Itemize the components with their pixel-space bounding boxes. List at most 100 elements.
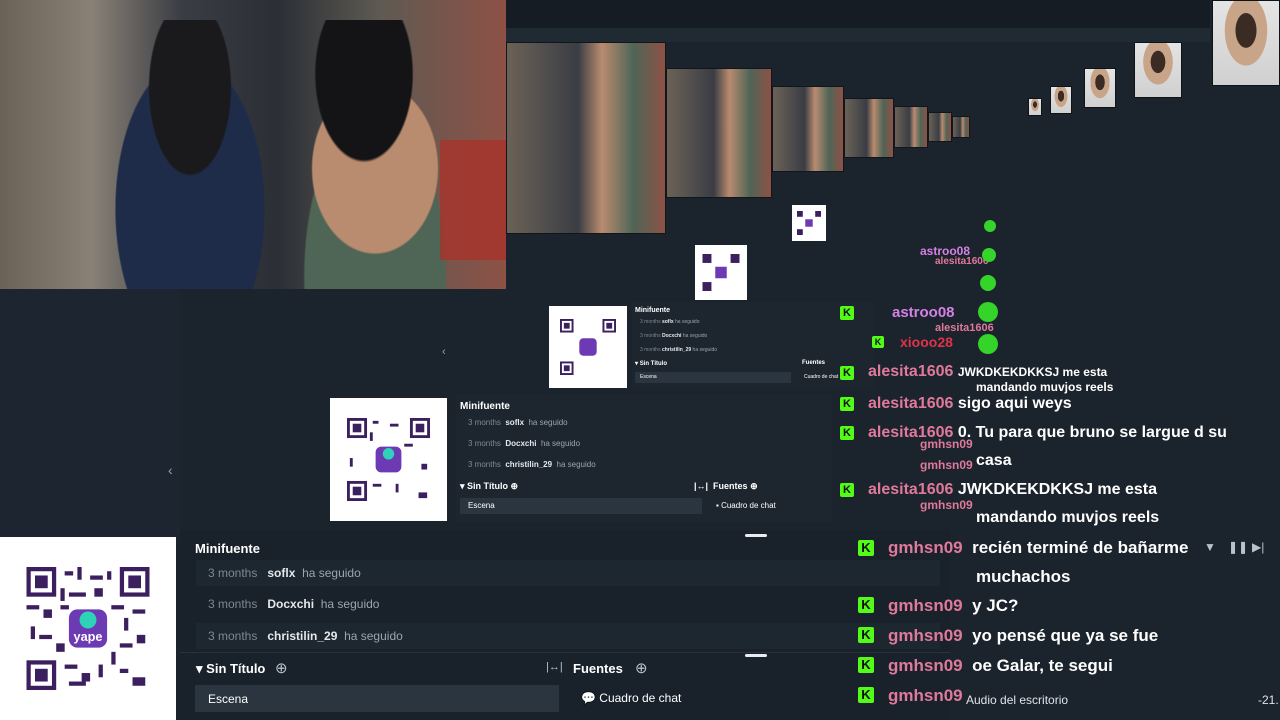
scenes-header[interactable]: ▾ Sin Título <box>196 661 265 677</box>
chat-message-continued: muchachos <box>976 567 1071 586</box>
source-item[interactable]: ▪ Cuadro de chat <box>716 501 776 510</box>
kick-badge-icon: K <box>858 597 874 613</box>
chat-username: xiooo28 <box>900 334 953 350</box>
top-bar <box>506 0 1210 28</box>
kick-badge-icon: K <box>840 366 854 380</box>
chat-message-continued: mandando muvjos reels <box>976 380 1114 394</box>
scenes-title: ▾ Sin Título ⊕ <box>460 481 519 491</box>
chat-message: gmhsn09 yo pensé que ya se fue <box>888 626 1159 645</box>
audio-level-value: -21. <box>1258 693 1279 707</box>
chat-username: gmhsn09 <box>920 458 973 472</box>
gaming-chair <box>440 140 506 260</box>
chat-message: gmhsn09 recién terminé de bañarme <box>888 538 1189 557</box>
nested-panel-medium: Minifuente 3 months soflx ha seguido 3 m… <box>456 394 832 522</box>
avatar-tiny <box>1028 98 1042 116</box>
chat-username: alesita1606 <box>935 322 994 334</box>
source-item[interactable]: 💬 Cuadro de chat <box>581 691 681 705</box>
top-bar-secondary <box>506 28 1210 42</box>
kick-badge-icon: K <box>840 306 854 320</box>
nested-panel-small: Minifuente 3 months soflx ha seguido 3 m… <box>632 302 874 388</box>
chat-message-continued: mandando muvjos reels <box>976 509 1160 526</box>
panel-title: Minifuente <box>635 307 670 314</box>
panel-title: Minifuente <box>195 541 260 556</box>
list-item: 3 months soflx ha seguido <box>468 418 568 427</box>
sources-title: Fuentes <box>802 360 826 366</box>
yape-qr-code-small <box>549 306 627 388</box>
feedback-frame-3 <box>772 86 844 172</box>
chat-message: alesita1606 sigo aqui weys <box>868 395 1072 412</box>
chat-bubble-icon: 💬 <box>581 691 596 705</box>
chat-username: gmhsn09 <box>920 437 973 451</box>
left-column <box>0 289 180 537</box>
chat-message: gmhsn09 y JC? <box>888 596 1019 615</box>
scenes-title: ▾ Sin Título <box>635 361 668 367</box>
chat-username: astroo08 <box>892 304 955 321</box>
feedback-frame-7 <box>952 116 970 138</box>
avatar-medium <box>1134 42 1182 98</box>
scene-item[interactable]: Escena <box>635 372 791 383</box>
webcam-feed <box>0 0 506 289</box>
kick-badge-icon: K <box>858 627 874 643</box>
kick-badge-icon: K <box>840 483 854 497</box>
green-emote-icon <box>978 302 998 322</box>
list-item: 3 months christilin_29 ha seguido <box>640 347 718 353</box>
scene-item[interactable]: Escena <box>460 498 702 514</box>
filter-icon[interactable]: ▼ <box>1204 540 1216 554</box>
chat-username: gmhsn09 <box>920 498 973 512</box>
chevron-left-icon-nested[interactable]: ‹ <box>442 346 446 358</box>
avatar-small <box>1084 68 1116 108</box>
kick-badge-icon: K <box>840 426 854 440</box>
chat-message: alesita1606 JWKDKEKDKKSJ me esta <box>868 481 1158 498</box>
chevron-left-icon[interactable]: ‹ <box>168 462 173 478</box>
list-item: 3 months soflx ha seguido <box>640 319 700 325</box>
chat-message: alesita1606 JWKDKEKDKKSJ me esta <box>868 363 1108 380</box>
list-item: 3 months christilin_29 ha seguido <box>208 629 403 643</box>
feedback-frame-4 <box>844 98 894 158</box>
list-item: 3 months soflx ha seguido <box>208 566 361 580</box>
list-item: 3 months Docxchi ha seguido <box>468 439 581 448</box>
list-item: 3 months Docxchi ha seguido <box>208 597 380 611</box>
yape-qr-code-xsmall <box>695 245 747 300</box>
kick-badge-icon: K <box>840 397 854 411</box>
kick-badge-icon: K <box>872 336 884 348</box>
divider <box>180 652 950 653</box>
list-item: 3 months Docxchi ha seguido <box>640 333 708 339</box>
feedback-frame-5 <box>894 106 928 148</box>
svg-text:yape: yape <box>74 629 103 644</box>
list-item: 3 months christilin_29 ha seguido <box>468 460 596 469</box>
feedback-frame-6 <box>928 112 952 142</box>
feedback-frame-2 <box>666 68 772 198</box>
panel-title: Minifuente <box>460 401 510 412</box>
minifuente-panel: Minifuente 3 months soflx ha seguido 3 m… <box>180 530 950 720</box>
feedback-frame-1 <box>506 42 666 234</box>
avatar-xsmall <box>1050 86 1072 114</box>
scenes-title: Sin Título <box>206 661 266 676</box>
add-source-icon[interactable]: ⊕ <box>635 659 648 677</box>
chat-message: gmhsn09 oe Galar, te segui <box>888 656 1113 675</box>
add-scene-icon[interactable]: ⊕ <box>275 659 288 677</box>
green-emote-icon <box>978 334 998 354</box>
chat-message: gmhsn09 <box>888 686 963 705</box>
skip-icon[interactable]: ▶| <box>1252 540 1264 554</box>
pause-icon[interactable]: ❚❚ <box>1228 540 1248 554</box>
chat-username: alesita1606 <box>935 256 989 267</box>
yape-qr-code-large: yape <box>0 537 176 720</box>
green-emote-icon <box>982 248 996 262</box>
source-item[interactable]: Cuadro de chat <box>804 374 838 380</box>
drag-handle[interactable] <box>745 534 767 537</box>
yape-qr-code-medium <box>330 398 447 521</box>
avatar-large <box>1212 0 1280 86</box>
green-emote-icon <box>980 275 996 291</box>
resize-columns-icon[interactable]: |↔| <box>546 661 563 673</box>
kick-badge-icon: K <box>858 540 874 556</box>
chat-message-continued: casa <box>976 452 1012 469</box>
sources-title: Fuentes <box>573 661 623 676</box>
kick-badge-icon: K <box>858 657 874 673</box>
chevron-down-icon[interactable]: ▾ <box>196 661 203 676</box>
scene-item[interactable]: Escena <box>195 685 559 712</box>
kick-badge-icon: K <box>858 687 874 703</box>
yape-qr-code-tiny <box>792 205 826 241</box>
drag-handle[interactable] <box>745 654 767 657</box>
sources-title: |↔| Fuentes ⊕ <box>694 481 758 491</box>
green-emote-icon <box>984 220 996 232</box>
